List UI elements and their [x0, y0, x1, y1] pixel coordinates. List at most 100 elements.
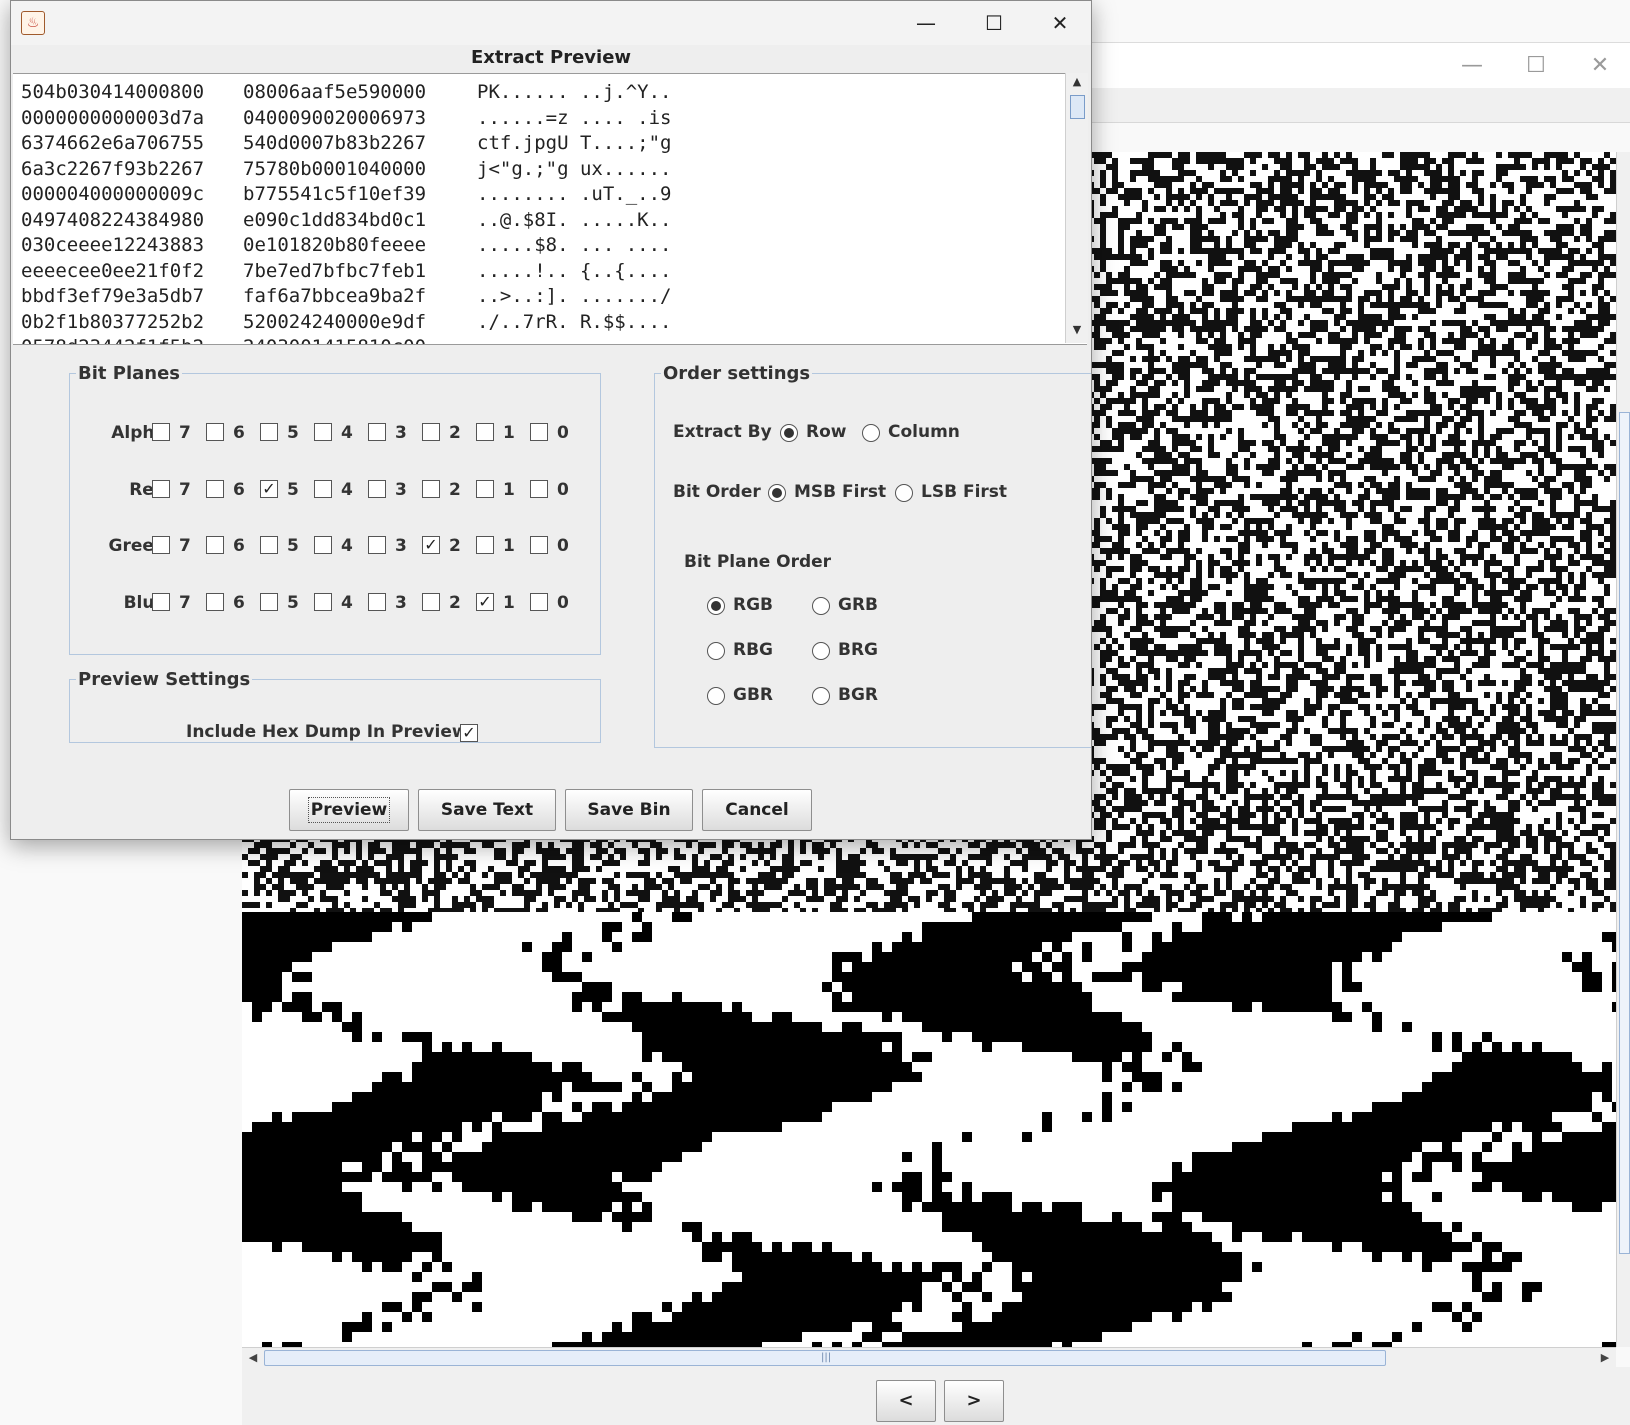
alpha-bit-3-checkbox[interactable]: [368, 423, 386, 441]
ascii-column: .....!.. {..{....: [477, 259, 672, 282]
order-settings-group: Order settings Extract By Row Column Bit …: [654, 363, 1091, 748]
bit-plane-order-grb-radio[interactable]: [812, 597, 830, 615]
alpha-bit-2-checkbox[interactable]: [422, 423, 440, 441]
preview-button[interactable]: Preview: [289, 789, 409, 831]
ascii-column: ...... ........: [477, 336, 660, 344]
extract-preview-text[interactable]: 504b030414000800 08006aaf5e590000 PK......…: [13, 73, 1087, 345]
green-bit-7-checkbox[interactable]: [152, 536, 170, 554]
green-bit-2-checkbox[interactable]: ✓: [422, 536, 440, 554]
bit-plane-order-option-label[interactable]: RGB: [733, 595, 773, 615]
bit-order-option-label[interactable]: MSB First: [794, 482, 886, 502]
ascii-column: ./..7rR. R.$$....: [477, 310, 672, 333]
preview-scroll-thumb[interactable]: [1070, 95, 1085, 119]
bit-plane-order-gbr-radio[interactable]: [707, 687, 725, 705]
bit-number-label: 0: [557, 593, 569, 613]
red-bit-5-checkbox[interactable]: ✓: [260, 480, 278, 498]
bit-plane-order-rbg-radio[interactable]: [707, 642, 725, 660]
dialog-close-button[interactable]: ✕: [1031, 5, 1089, 41]
bit-plane-order-option-label[interactable]: BRG: [838, 640, 878, 660]
dialog-maximize-button[interactable]: ☐: [965, 5, 1023, 41]
bit-number-label: 4: [341, 480, 353, 500]
red-bit-2-checkbox[interactable]: [422, 480, 440, 498]
blue-bit-7-checkbox[interactable]: [152, 593, 170, 611]
blue-bit-0-checkbox[interactable]: [530, 593, 548, 611]
scroll-right-arrow-icon[interactable]: ▶: [1596, 1349, 1614, 1367]
hex-column-1: 000004000000009c: [21, 183, 205, 205]
bit-plane-row-blue: Blue 7 6 5 4 3 2 ✓ 1 0: [70, 588, 600, 618]
extract-by-option-label[interactable]: Row: [806, 422, 846, 442]
blue-bit-5-checkbox[interactable]: [260, 593, 278, 611]
main-minimize-button[interactable]: —: [1452, 51, 1492, 81]
main-close-button[interactable]: ✕: [1580, 51, 1620, 81]
red-bit-1-checkbox[interactable]: [476, 480, 494, 498]
alpha-bit-0-checkbox[interactable]: [530, 423, 548, 441]
scroll-left-arrow-icon[interactable]: ◀: [244, 1349, 262, 1367]
bit-order-option-label[interactable]: LSB First: [921, 482, 1007, 502]
red-bit-0-checkbox[interactable]: [530, 480, 548, 498]
alpha-bit-6-checkbox[interactable]: [206, 423, 224, 441]
red-bit-4-checkbox[interactable]: [314, 480, 332, 498]
extract-by-column-radio[interactable]: [862, 424, 880, 442]
hex-column-2: 7be7ed7bfbc7feb1: [243, 259, 427, 282]
bit-number-label: 4: [341, 423, 353, 443]
red-bit-6-checkbox[interactable]: [206, 480, 224, 498]
image-vertical-scrollbar[interactable]: [1616, 152, 1630, 1347]
previous-plane-button[interactable]: <: [876, 1380, 936, 1422]
bit-plane-order-option-label[interactable]: GRB: [838, 595, 878, 615]
bit-plane-order-bgr-radio[interactable]: [812, 687, 830, 705]
blue-bit-4-checkbox[interactable]: [314, 593, 332, 611]
scroll-down-arrow-icon[interactable]: ▼: [1069, 323, 1085, 336]
bit-number-label: 4: [341, 593, 353, 613]
bit-order-msb-first-radio[interactable]: [768, 484, 786, 502]
dialog-minimize-button[interactable]: —: [897, 5, 955, 41]
bit-plane-order-rgb-radio[interactable]: [707, 597, 725, 615]
blue-bit-2-checkbox[interactable]: [422, 593, 440, 611]
hex-line: 6a3c2267f93b2267 75780b0001040000 j<"g.;"g…: [21, 157, 671, 183]
blue-bit-3-checkbox[interactable]: [368, 593, 386, 611]
ascii-column: .....$8. ... ....: [477, 234, 672, 256]
bit-number-label: 1: [503, 480, 515, 500]
save-text-button[interactable]: Save Text: [418, 789, 556, 831]
red-bit-3-checkbox[interactable]: [368, 480, 386, 498]
image-horizontal-scrollbar[interactable]: ◀ ||| ▶: [242, 1347, 1616, 1368]
hex-line: eeeecee0ee21f0f2 7be7ed7bfbc7feb1.....!..…: [21, 259, 671, 285]
bit-plane-order-brg-radio[interactable]: [812, 642, 830, 660]
bit-number-label: 7: [179, 536, 191, 556]
next-plane-button[interactable]: >: [944, 1380, 1004, 1422]
bit-number-label: 6: [233, 480, 245, 500]
main-maximize-button[interactable]: ☐: [1516, 51, 1556, 81]
green-bit-3-checkbox[interactable]: [368, 536, 386, 554]
extract-by-label: Extract By: [673, 422, 772, 442]
preview-vertical-scrollbar[interactable]: ▲ ▼: [1065, 73, 1088, 343]
green-bit-0-checkbox[interactable]: [530, 536, 548, 554]
vertical-scroll-thumb[interactable]: [1619, 412, 1630, 1254]
save-bin-button[interactable]: Save Bin: [565, 789, 693, 831]
red-bit-7-checkbox[interactable]: [152, 480, 170, 498]
hex-line: 0b2f1b80377252b2 520024240000e9df ./..7rR.…: [21, 310, 671, 336]
hex-column-2: b775541c5f10ef39: [243, 183, 427, 205]
horizontal-scroll-thumb[interactable]: |||: [264, 1350, 1386, 1366]
bit-order-lsb-first-radio[interactable]: [895, 484, 913, 502]
green-bit-5-checkbox[interactable]: [260, 536, 278, 554]
extract-by-row-radio[interactable]: [780, 424, 798, 442]
alpha-bit-1-checkbox[interactable]: [476, 423, 494, 441]
cancel-button[interactable]: Cancel: [702, 789, 812, 831]
scroll-up-arrow-icon[interactable]: ▲: [1069, 75, 1085, 88]
green-bit-6-checkbox[interactable]: [206, 536, 224, 554]
bit-plane-order-option-label[interactable]: GBR: [733, 685, 773, 705]
green-bit-1-checkbox[interactable]: [476, 536, 494, 554]
bit-plane-order-option-label[interactable]: RBG: [733, 640, 773, 660]
blue-bit-1-checkbox[interactable]: ✓: [476, 593, 494, 611]
alpha-bit-5-checkbox[interactable]: [260, 423, 278, 441]
bit-plane-order-option-label[interactable]: BGR: [838, 685, 878, 705]
blue-bit-6-checkbox[interactable]: [206, 593, 224, 611]
include-hexdump-checkbox[interactable]: ✓: [460, 724, 478, 742]
extract-by-option-label[interactable]: Column: [888, 422, 960, 442]
alpha-bit-4-checkbox[interactable]: [314, 423, 332, 441]
ascii-column: ..@.$8I. .....K..: [477, 208, 672, 231]
alpha-bit-7-checkbox[interactable]: [152, 423, 170, 441]
green-bit-4-checkbox[interactable]: [314, 536, 332, 554]
bit-number-label: 1: [503, 536, 515, 556]
bit-order-label: Bit Order: [673, 482, 761, 502]
preview-settings-group: Preview Settings Include Hex Dump In Pre…: [69, 669, 601, 743]
